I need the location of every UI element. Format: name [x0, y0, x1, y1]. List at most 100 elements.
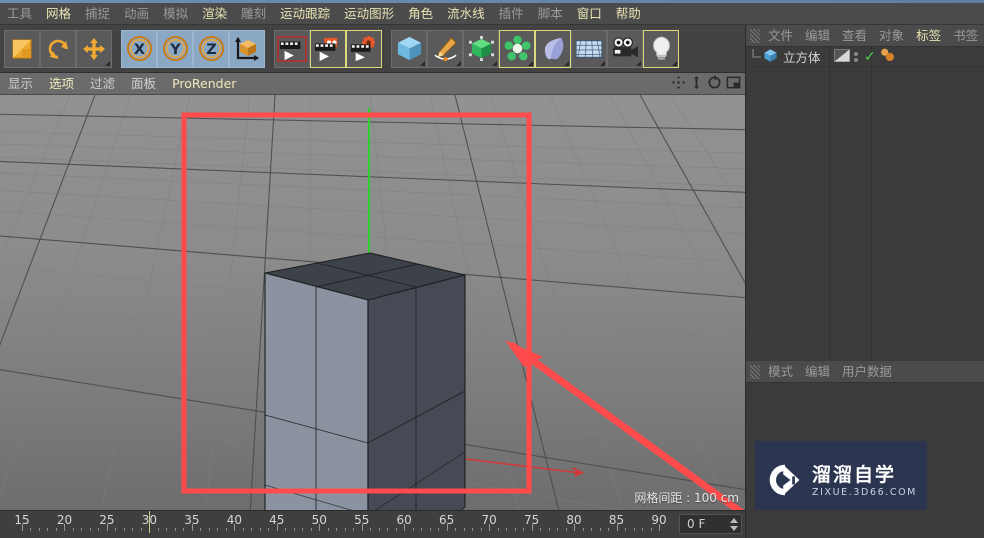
add-environment-button[interactable]: [535, 29, 571, 68]
timeline-minor-tick: [225, 528, 227, 531]
rotate-view-icon[interactable]: [707, 75, 722, 93]
frame-spinner-icon[interactable]: [730, 518, 738, 531]
menu-item-2[interactable]: 捕捉: [78, 3, 117, 25]
timeline-playhead[interactable]: [149, 511, 151, 533]
object-row-cube[interactable]: 立方体 ✓: [746, 47, 984, 67]
enabled-check-icon[interactable]: ✓: [864, 49, 876, 65]
timeline-minor-tick: [472, 528, 474, 531]
material-tag-icon[interactable]: [879, 48, 896, 66]
add-generator-button[interactable]: [463, 29, 499, 68]
toolbar-group-0: [4, 29, 112, 68]
timeline-minor-tick: [370, 528, 372, 531]
object-name-label: 立方体: [783, 50, 821, 65]
object-manager-menu-item-4[interactable]: 标签: [910, 25, 947, 47]
viewport-tab-1[interactable]: 选项: [41, 73, 82, 95]
menu-item-4[interactable]: 模拟: [156, 3, 195, 25]
timeline-ruler[interactable]: 15202530354045505560657075808590: [0, 511, 676, 538]
render-to-picture-viewer-button[interactable]: [310, 29, 346, 68]
render-view-button[interactable]: [274, 29, 310, 68]
visibility-dots-icon[interactable]: [854, 51, 858, 62]
timeline-major-tick: [531, 524, 533, 531]
timeline-minor-tick: [387, 528, 389, 531]
timeline-minor-tick: [30, 528, 32, 531]
menu-item-7[interactable]: 运动跟踪: [273, 3, 337, 25]
camera-icon: [610, 36, 640, 61]
panel-gripper-icon[interactable]: [750, 28, 760, 43]
attribute-manager-menu-item-0[interactable]: 模式: [762, 361, 799, 383]
watermark-overlay: 溜溜自学 ZIXUE.3D66.COM: [755, 441, 927, 521]
object-manager-menu-item-2[interactable]: 查看: [836, 25, 873, 47]
timeline-minor-tick: [633, 528, 635, 531]
menu-item-13[interactable]: 窗口: [570, 3, 609, 25]
axis-move-icon: [82, 37, 106, 61]
viewport-tab-4[interactable]: ProRender: [164, 73, 244, 95]
menu-item-9[interactable]: 角色: [401, 3, 440, 25]
add-scene-object-button[interactable]: [571, 29, 607, 68]
coordinate-system-button[interactable]: [229, 29, 265, 68]
timeline-major-tick: [446, 524, 448, 531]
add-cube-button[interactable]: [391, 29, 427, 68]
object-manager-menu-item-3[interactable]: 对象: [873, 25, 910, 47]
attribute-manager-menu-item-2[interactable]: 用户数据: [836, 361, 898, 383]
timeline-minor-tick: [455, 528, 457, 531]
maximize-viewport-icon[interactable]: [726, 75, 741, 93]
lock-z-axis-button[interactable]: Z: [193, 29, 229, 68]
menu-item-5[interactable]: 渲染: [195, 3, 234, 25]
x-axis-icon: X: [126, 35, 153, 62]
timeline-minor-tick: [208, 528, 210, 531]
menu-item-14[interactable]: 帮助: [609, 3, 648, 25]
add-camera-button[interactable]: [607, 29, 643, 68]
object-manager-menu: 文件 编辑 查看 对象 标签 书签: [746, 25, 984, 47]
timeline-minor-tick: [565, 528, 567, 531]
play-logo-icon: [767, 462, 803, 501]
move-tool-button[interactable]: [76, 29, 112, 68]
timeline-minor-tick: [38, 528, 40, 531]
lock-y-axis-button[interactable]: Y: [157, 29, 193, 68]
viewport-3d[interactable]: 网格间距 : 100 cm: [0, 95, 745, 510]
menu-item-1[interactable]: 网格: [39, 3, 78, 25]
timeline-minor-tick: [395, 528, 397, 531]
menu-item-0[interactable]: 工具: [0, 3, 39, 25]
menu-item-10[interactable]: 流水线: [440, 3, 492, 25]
object-layer-swatch-icon[interactable]: [834, 48, 850, 65]
move-tool-icon: [10, 37, 34, 61]
attribute-manager-menu-item-1[interactable]: 编辑: [799, 361, 836, 383]
toolbar-group-1: X Y Z: [121, 29, 265, 68]
viewport-tab-0[interactable]: 显示: [0, 73, 41, 95]
timeline-minor-tick: [506, 528, 508, 531]
svg-text:Y: Y: [169, 42, 181, 58]
pan-view-icon[interactable]: [671, 75, 686, 93]
add-spline-button[interactable]: [427, 29, 463, 68]
menu-item-12[interactable]: 脚本: [531, 3, 570, 25]
timeline-minor-tick: [412, 528, 414, 531]
attribute-manager-menu: 模式 编辑 用户数据: [746, 361, 984, 383]
lock-x-axis-button[interactable]: X: [121, 29, 157, 68]
timeline-minor-tick: [582, 528, 584, 531]
menu-item-3[interactable]: 动画: [117, 3, 156, 25]
timeline-major-tick: [489, 524, 491, 531]
menu-item-11[interactable]: 插件: [492, 3, 531, 25]
object-manager-menu-item-5[interactable]: 书签: [947, 25, 984, 47]
timeline-major-tick: [574, 524, 576, 531]
timeline-minor-tick: [514, 528, 516, 531]
viewport-tab-2[interactable]: 过滤: [82, 73, 123, 95]
light-bulb-icon: [648, 35, 675, 62]
live-selection-button[interactable]: [4, 29, 40, 68]
object-manager-body[interactable]: 立方体 ✓: [746, 47, 984, 361]
grid-spacing-label: 网格间距 : 100 cm: [634, 491, 739, 505]
object-manager-menu-item-0[interactable]: 文件: [762, 25, 799, 47]
menu-item-6[interactable]: 雕刻: [234, 3, 273, 25]
object-manager-menu-item-1[interactable]: 编辑: [799, 25, 836, 47]
cube-primitive-icon: [396, 35, 423, 62]
add-light-button[interactable]: [643, 29, 679, 68]
menu-item-8[interactable]: 运动图形: [337, 3, 401, 25]
dolly-view-icon[interactable]: [690, 75, 703, 93]
menu-bar: 工具 网格 捕捉 动画 模拟 渲染 雕刻 运动跟踪 运动图形 角色 流水线 插件 脚本 窗口 帮助: [0, 3, 984, 25]
rotate-tool-button[interactable]: [40, 29, 76, 68]
attribute-panel-gripper-icon[interactable]: [750, 364, 760, 379]
render-settings-button[interactable]: [346, 29, 382, 68]
timeline-minor-tick: [378, 528, 380, 531]
viewport-tab-3[interactable]: 面板: [123, 73, 164, 95]
current-frame-field[interactable]: 0 F: [679, 514, 742, 534]
add-deformer-button[interactable]: [499, 29, 535, 68]
